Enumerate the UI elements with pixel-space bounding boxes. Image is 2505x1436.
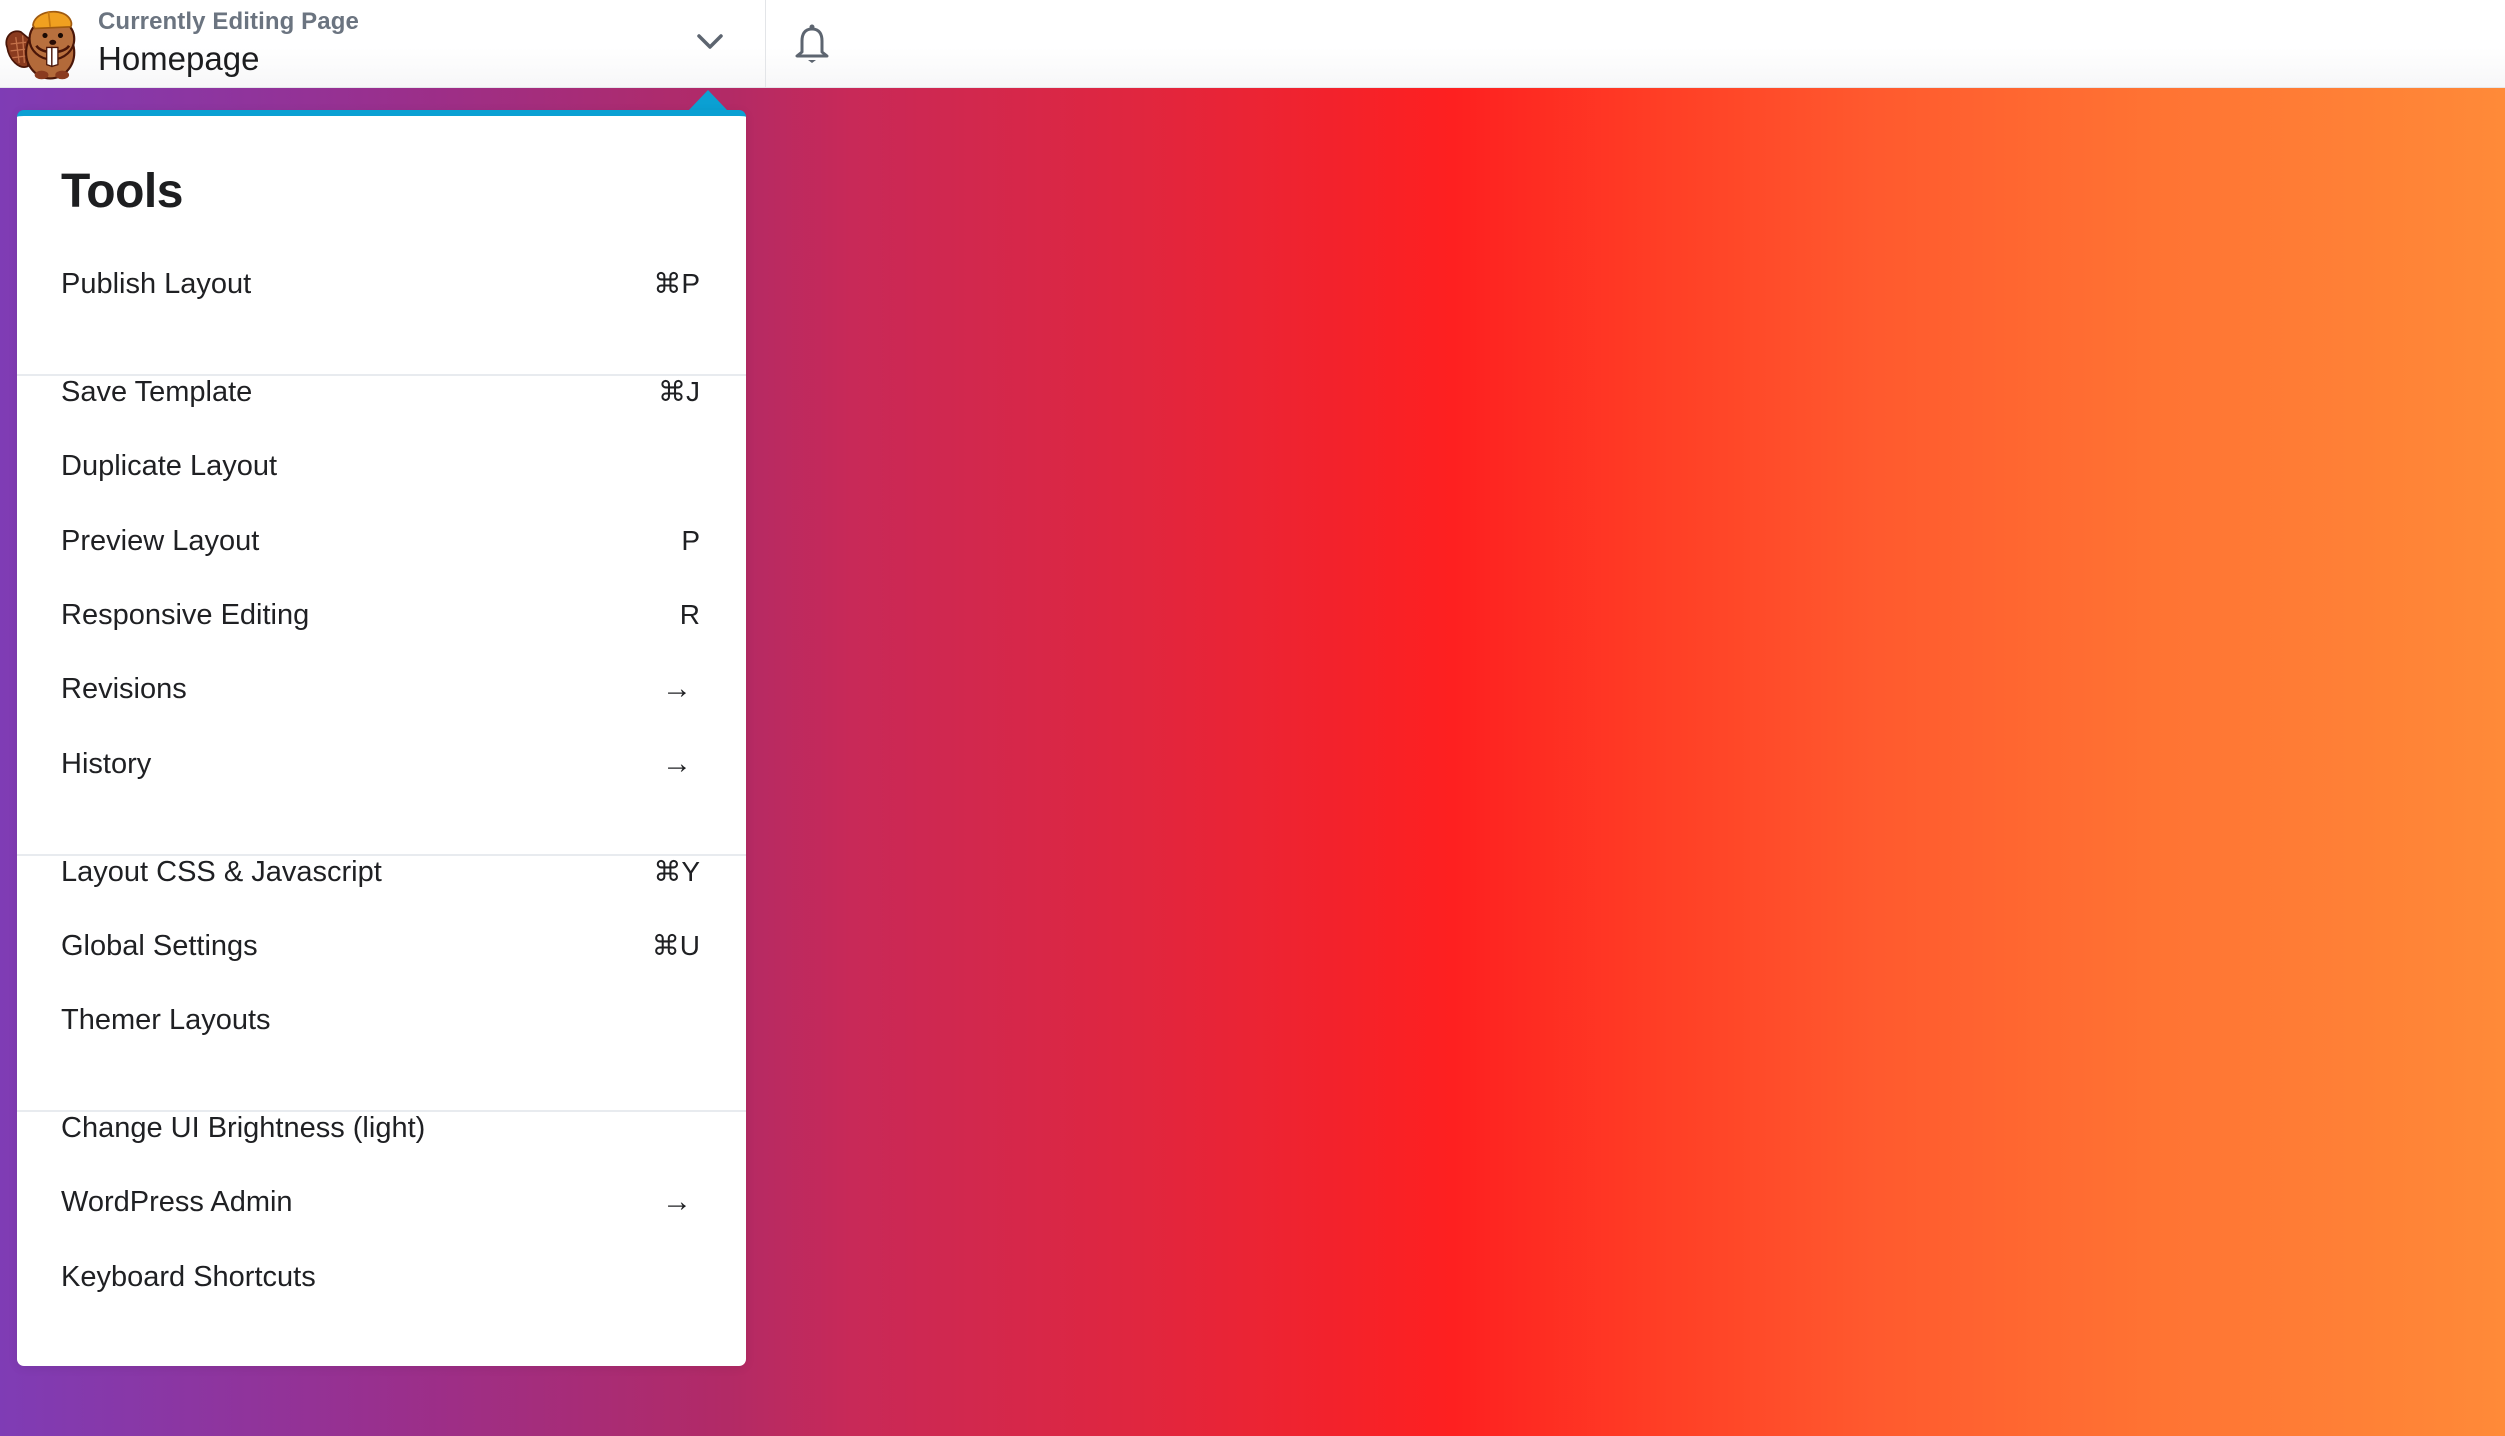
menu-item-label: Keyboard Shortcuts — [61, 1260, 316, 1293]
top-bar: Currently Editing Page Homepage — [0, 0, 2505, 88]
menu-item-wordpress-admin[interactable]: WordPress Admin → — [17, 1170, 746, 1234]
arrow-right-icon: → — [662, 1185, 692, 1219]
keyboard-shortcut: ⌘Y — [653, 855, 700, 887]
menu-item-duplicate-layout[interactable]: Duplicate Layout — [17, 434, 746, 498]
current-page-info: Currently Editing Page Homepage — [98, 6, 359, 79]
current-page-name: Homepage — [98, 40, 260, 77]
currently-editing-label: Currently Editing Page — [98, 8, 359, 35]
tools-menu-panel: Tools Publish Layout ⌘P Save Template ⌘J Dup… — [17, 110, 746, 1366]
menu-item-label: Responsive Editing — [61, 598, 310, 631]
panel-caret — [688, 90, 728, 111]
menu-item-label: Global Settings — [61, 929, 258, 962]
beaver-logo-icon — [5, 10, 76, 80]
notifications-button[interactable] — [766, 0, 858, 88]
arrow-right-icon: → — [662, 672, 692, 706]
menu-item-label: Layout CSS & Javascript — [61, 855, 382, 888]
menu-item-save-template[interactable]: Save Template ⌘J — [17, 360, 746, 424]
menu-item-label: Themer Layouts — [61, 1004, 271, 1037]
menu-item-global-settings[interactable]: Global Settings ⌘U — [17, 914, 746, 978]
menu-item-preview-layout[interactable]: Preview Layout P — [17, 509, 746, 573]
page-switcher-button[interactable]: Currently Editing Page Homepage — [0, 0, 765, 88]
menu-item-publish-layout[interactable]: Publish Layout ⌘P — [17, 252, 746, 316]
menu-item-label: Preview Layout — [61, 524, 260, 557]
menu-item-label: Duplicate Layout — [61, 450, 278, 483]
bell-icon — [795, 24, 829, 63]
keyboard-shortcut: ⌘U — [651, 929, 700, 961]
menu-item-label: WordPress Admin — [61, 1186, 293, 1219]
menu-item-label: Publish Layout — [61, 268, 252, 300]
menu-item-label: Revisions — [61, 673, 187, 706]
menu-item-layout-css-javascript[interactable]: Layout CSS & Javascript ⌘Y — [17, 840, 746, 904]
menu-item-keyboard-shortcuts[interactable]: Keyboard Shortcuts — [17, 1245, 746, 1309]
menu-item-label: Change UI Brightness (light) — [61, 1112, 426, 1145]
chevron-down-icon[interactable] — [694, 30, 726, 54]
menu-item-label: Save Template — [61, 376, 253, 408]
tools-panel-title: Tools — [61, 165, 183, 218]
menu-item-responsive-editing[interactable]: Responsive Editing R — [17, 583, 746, 647]
keyboard-shortcut: R — [679, 598, 700, 630]
menu-item-change-ui-brightness-light[interactable]: Change UI Brightness (light) — [17, 1096, 746, 1160]
keyboard-shortcut: ⌘J — [658, 376, 700, 407]
menu-item-label: History — [61, 747, 152, 780]
menu-item-themer-layouts[interactable]: Themer Layouts — [17, 988, 746, 1052]
menu-item-history[interactable]: History → — [17, 732, 746, 796]
arrow-right-icon: → — [662, 746, 692, 780]
keyboard-shortcut: P — [681, 524, 700, 556]
menu-item-revisions[interactable]: Revisions → — [17, 657, 746, 721]
keyboard-shortcut: ⌘P — [653, 268, 700, 299]
